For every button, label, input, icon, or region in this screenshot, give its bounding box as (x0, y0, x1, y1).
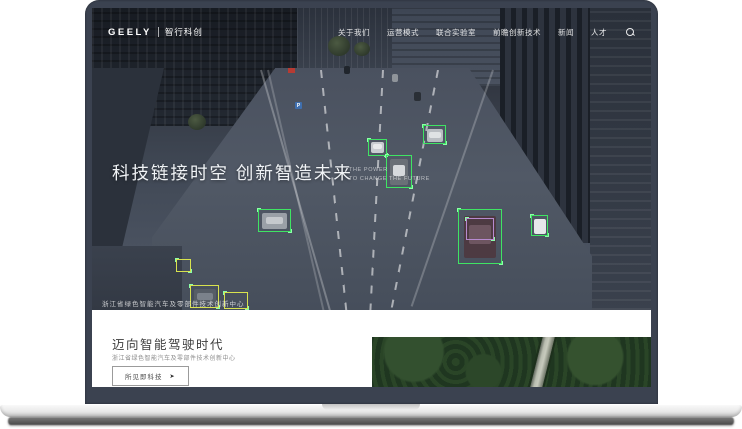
section-subheading: 浙江省绿色智能汽车及零部件技术创新中心 (112, 356, 236, 362)
laptop-base (0, 404, 742, 417)
nav-item-innovation-tech[interactable]: 前瞻创新技术 (493, 27, 541, 38)
see-technology-button-label: 所见即科技 (125, 374, 163, 381)
tree (354, 42, 370, 56)
laptop-base-shadow (8, 417, 734, 425)
parking-sign-label: P (296, 102, 301, 109)
search-icon[interactable] (626, 27, 635, 37)
see-technology-button[interactable]: 所见即科技 ➤ (112, 366, 189, 386)
forest-road-path (525, 337, 559, 387)
detection-box (422, 124, 447, 145)
detection-box (257, 208, 292, 233)
section-heading: 迈向智能驾驶时代 (112, 338, 225, 352)
car (392, 74, 398, 82)
hero-caption: 浙江省绿色智能汽车及零部件技术创新中心 (102, 301, 245, 308)
nav-item-news[interactable]: 新闻 (558, 27, 574, 38)
nav-item-joint-lab[interactable]: 联合实验室 (436, 27, 476, 38)
parking-sign: P (295, 102, 302, 109)
car (344, 66, 350, 74)
nav-item-talent[interactable]: 人才 (591, 27, 607, 38)
nav-item-about[interactable]: 关于我们 (338, 27, 370, 38)
forest-road-image (372, 337, 651, 387)
laptop-base-notch (322, 404, 420, 410)
tree (328, 36, 350, 56)
site-header: GEELY 智行科创 关于我们 运营模式 联合实验室 前瞻创新技术 新闻 人才 (92, 26, 651, 38)
intro-section: 迈向智能驾驶时代 浙江省绿色智能汽车及零部件技术创新中心 所见即科技 ➤ (92, 310, 651, 387)
logo-subbrand: 智行科创 (164, 27, 203, 37)
car (414, 92, 421, 101)
laptop-screen-bezel: P GEELY 智行科创 关于我们 运营模式 联合实验室 前瞻创新技术 新闻 人… (85, 0, 658, 404)
detection-box (175, 258, 192, 273)
building-right-face (590, 8, 651, 310)
laptop-mockup: P GEELY 智行科创 关于我们 运营模式 联合实验室 前瞻创新技术 新闻 人… (0, 0, 742, 429)
geely-logo[interactable]: GEELY 智行科创 (108, 26, 203, 38)
browser-viewport: P GEELY 智行科创 关于我们 运营模式 联合实验室 前瞻创新技术 新闻 人… (92, 8, 651, 387)
watermark-line2: TO CHANGE THE FUTURE (349, 176, 430, 183)
red-sign (288, 68, 295, 73)
arrow-right-icon: ➤ (169, 373, 176, 380)
logo-wordmark: GEELY (108, 26, 152, 38)
hero-watermark: THE POWER TO CHANGE THE FUTURE (349, 166, 430, 185)
detection-box-inner (465, 217, 495, 241)
logo-divider (157, 27, 159, 37)
detection-box (530, 214, 549, 237)
main-nav: 关于我们 运营模式 联合实验室 前瞻创新技术 新闻 人才 (338, 27, 635, 38)
hero-headline: 科技链接时空 创新智造未来 (112, 163, 353, 183)
tree (188, 114, 206, 130)
watermark-line1: THE POWER (349, 167, 388, 173)
nav-item-operation[interactable]: 运营模式 (387, 27, 419, 38)
hero-section: P GEELY 智行科创 关于我们 运营模式 联合实验室 前瞻创新技术 新闻 人… (92, 8, 651, 310)
